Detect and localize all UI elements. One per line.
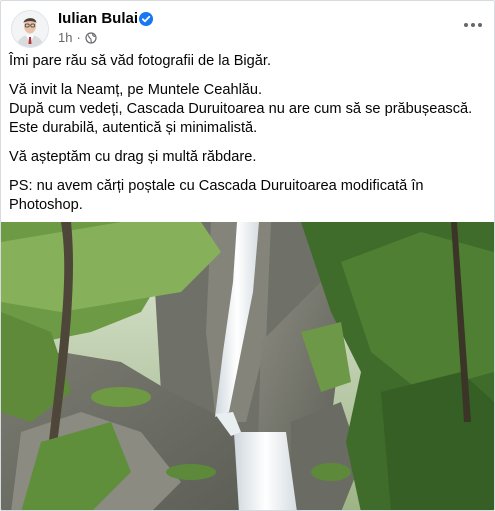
- waterfall-image: [1, 222, 494, 510]
- paragraph-1: Îmi pare rău să văd fotografii de la Big…: [9, 52, 487, 71]
- text-line: Este durabilă, autentică și minimalistă.: [9, 120, 258, 136]
- post-text: Îmi pare rău să văd fotografii de la Big…: [9, 52, 487, 225]
- globe-icon[interactable]: [85, 31, 97, 44]
- text-line: Vă invit la Neamț, pe Muntele Ceahlău.: [9, 82, 263, 98]
- more-options-icon[interactable]: [457, 11, 489, 39]
- post-time[interactable]: 1h: [58, 30, 72, 45]
- text-line: Îmi pare rău să văd fotografii de la Big…: [9, 53, 272, 69]
- text-line: După cum vedeți, Cascada Duruitoarea nu …: [9, 101, 473, 117]
- post-meta: 1h ·: [58, 30, 97, 45]
- paragraph-4: PS: nu avem cărți poștale cu Cascada Dur…: [9, 177, 487, 215]
- post-header: Iulian Bulai 1h ·: [9, 7, 489, 48]
- profile-photo: [12, 11, 48, 47]
- avatar[interactable]: [11, 10, 49, 48]
- author-name[interactable]: Iulian Bulai: [58, 10, 138, 27]
- post-photo-waterfall[interactable]: [1, 222, 494, 510]
- paragraph-2: Vă invit la Neamț, pe Muntele Ceahlău. D…: [9, 81, 487, 138]
- text-line: PS: nu avem cărți poștale cu Cascada Dur…: [9, 178, 424, 194]
- paragraph-3: Vă așteptăm cu drag și multă răbdare.: [9, 148, 487, 167]
- text-line: Photoshop.: [9, 197, 83, 213]
- facebook-post: Iulian Bulai 1h · Îmi pare rău să văd fo…: [0, 0, 495, 511]
- text-line: Vă așteptăm cu drag și multă răbdare.: [9, 149, 257, 165]
- verified-badge-icon: [139, 12, 153, 26]
- meta-separator: ·: [76, 30, 81, 45]
